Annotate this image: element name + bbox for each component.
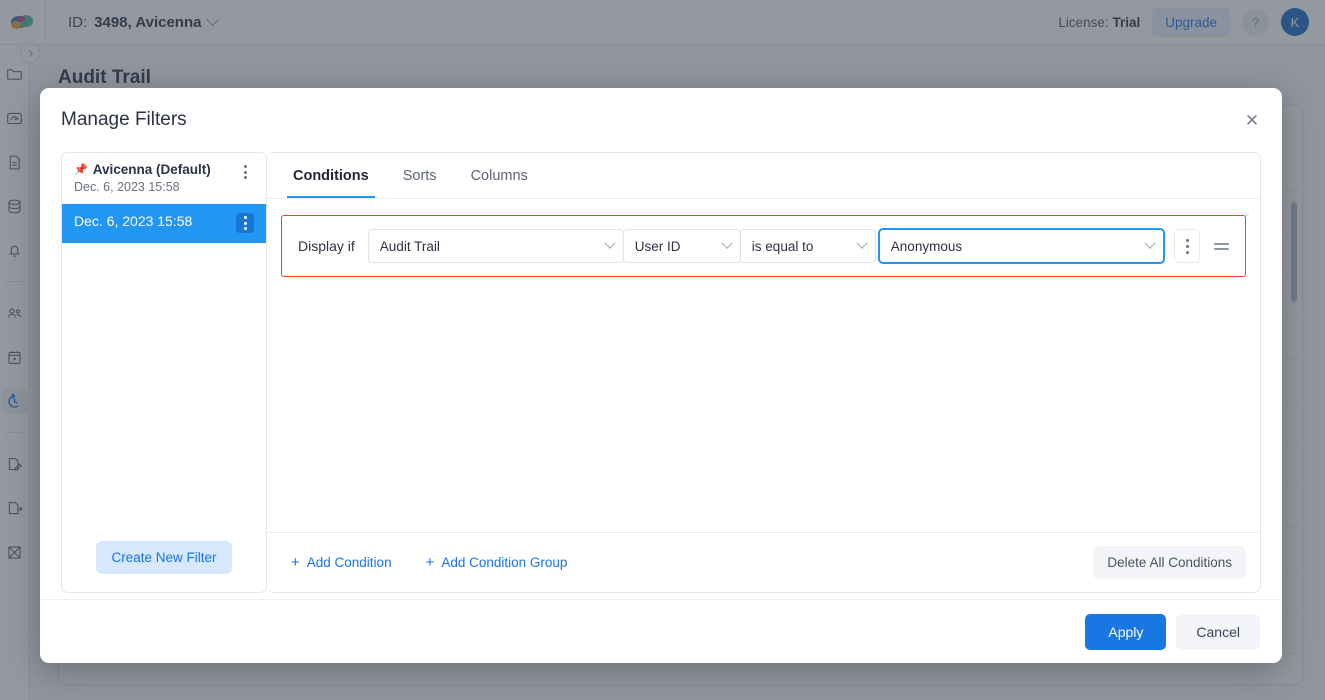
filter-date: Dec. 6, 2023 15:58: [74, 180, 230, 194]
list-item[interactable]: 📌 Avicenna (Default) Dec. 6, 2023 15:58: [62, 153, 266, 204]
condition-target-value: Anonymous: [891, 239, 962, 254]
condition-field-select[interactable]: Audit Trail: [368, 229, 624, 263]
filter-name: Dec. 6, 2023 15:58: [74, 213, 192, 229]
condition-field-value: Audit Trail: [380, 239, 440, 254]
conditions-area: Display if Audit Trail User ID is equal …: [267, 199, 1260, 532]
condition-attribute-select[interactable]: User ID: [623, 229, 741, 263]
conditions-panel: Conditions Sorts Columns Display if Audi…: [267, 152, 1261, 593]
conditions-footer: + Add Condition + Add Condition Group De…: [267, 532, 1260, 592]
dialog-header: Manage Filters ✕: [40, 88, 1282, 152]
list-item[interactable]: Dec. 6, 2023 15:58: [62, 204, 266, 243]
create-new-filter-button[interactable]: Create New Filter: [96, 541, 231, 574]
drag-handle-icon[interactable]: [1207, 234, 1235, 258]
tab-sorts[interactable]: Sorts: [397, 153, 443, 198]
condition-operator-select[interactable]: is equal to: [740, 229, 876, 263]
kebab-menu-icon[interactable]: [236, 213, 254, 233]
condition-value-select[interactable]: Anonymous: [878, 228, 1165, 264]
kebab-menu-icon[interactable]: [236, 162, 254, 182]
tab-conditions[interactable]: Conditions: [287, 153, 375, 198]
chevron-down-icon: [1144, 238, 1155, 249]
dialog-footer: Apply Cancel: [40, 599, 1282, 663]
manage-filters-dialog: Manage Filters ✕ 📌 Avicenna (Default) De…: [40, 88, 1282, 663]
chevron-down-icon: [856, 238, 867, 249]
dialog-body: 📌 Avicenna (Default) Dec. 6, 2023 15:58 …: [40, 152, 1282, 599]
add-condition-label: Add Condition: [307, 555, 392, 570]
close-icon[interactable]: ✕: [1242, 110, 1262, 130]
saved-filters-panel: 📌 Avicenna (Default) Dec. 6, 2023 15:58 …: [61, 152, 267, 593]
condition-row: Display if Audit Trail User ID is equal …: [281, 215, 1246, 277]
add-condition-button[interactable]: + Add Condition: [281, 549, 402, 576]
plus-icon: +: [426, 555, 435, 570]
apply-button[interactable]: Apply: [1085, 614, 1166, 650]
tab-columns[interactable]: Columns: [465, 153, 534, 198]
dialog-tabs: Conditions Sorts Columns: [267, 153, 1260, 199]
filter-name-row: 📌 Avicenna (Default): [74, 162, 230, 177]
chevron-down-icon: [721, 238, 732, 249]
filter-name: Avicenna (Default): [93, 162, 211, 177]
add-condition-group-label: Add Condition Group: [441, 555, 567, 570]
add-condition-group-button[interactable]: + Add Condition Group: [416, 549, 578, 576]
filter-name-row: Dec. 6, 2023 15:58: [74, 213, 230, 229]
plus-icon: +: [291, 555, 300, 570]
pin-icon: 📌: [74, 163, 88, 176]
dialog-title: Manage Filters: [61, 109, 187, 131]
display-if-label: Display if: [292, 238, 368, 254]
cancel-button[interactable]: Cancel: [1176, 614, 1260, 650]
condition-operator-value: is equal to: [752, 239, 814, 254]
condition-attribute-value: User ID: [635, 239, 681, 254]
delete-all-conditions-button[interactable]: Delete All Conditions: [1093, 546, 1246, 579]
filters-panel-footer: Create New Filter: [62, 527, 266, 592]
condition-kebab-menu-icon[interactable]: [1174, 229, 1200, 263]
chevron-down-icon: [604, 238, 615, 249]
